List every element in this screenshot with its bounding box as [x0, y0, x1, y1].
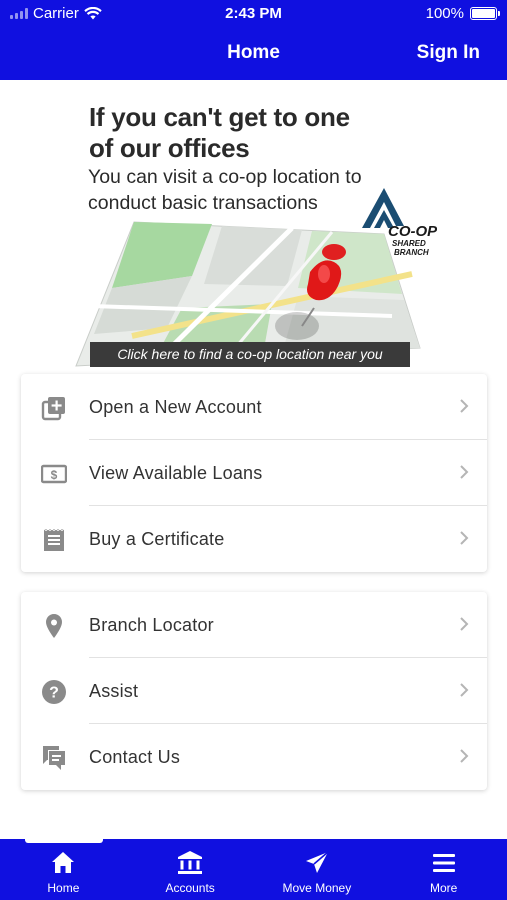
- support-actions-card: Branch Locator ? Assist Contact Us: [21, 592, 487, 790]
- banner-subtext-line2: conduct basic transactions: [88, 192, 318, 214]
- menu-label: View Available Loans: [89, 462, 263, 483]
- svg-text:?: ?: [49, 685, 59, 702]
- help-circle-icon: ?: [42, 680, 66, 704]
- banner-subtext-line1: You can visit a co-op location to: [88, 166, 362, 188]
- chevron-right-icon: [460, 531, 469, 545]
- branch-locator-item[interactable]: Branch Locator: [21, 592, 487, 658]
- battery-group: 100%: [425, 5, 500, 22]
- tab-label: Accounts: [165, 881, 215, 895]
- tab-label: Home: [47, 881, 80, 895]
- contact-us-item[interactable]: Contact Us: [21, 724, 487, 790]
- tab-label: Move Money: [282, 881, 352, 895]
- status-bar: Carrier 2:43 PM 100%: [0, 0, 507, 28]
- sign-in-button[interactable]: Sign In: [417, 42, 480, 64]
- view-available-loans-item[interactable]: $ View Available Loans: [21, 440, 487, 506]
- tab-label: More: [429, 881, 458, 895]
- home-icon: [52, 852, 75, 873]
- coop-location-banner[interactable]: If you can't get to one of our offices Y…: [72, 96, 442, 370]
- top-bar: Carrier 2:43 PM 100% Home Sign In: [0, 0, 507, 80]
- tab-home[interactable]: Home: [0, 839, 127, 900]
- add-box-icon: [41, 397, 65, 421]
- assist-item[interactable]: ? Assist: [21, 658, 487, 724]
- tab-move-money[interactable]: Move Money: [254, 839, 381, 900]
- menu-label: Branch Locator: [89, 614, 214, 635]
- chevron-right-icon: [460, 465, 469, 479]
- bottom-tab-bar: Home Accounts Move Money More: [0, 839, 507, 900]
- logo-text-shared: SHARED: [392, 239, 426, 248]
- banner-headline: If you can't get to one of our offices: [89, 102, 350, 164]
- buy-certificate-item[interactable]: Buy a Certificate: [21, 506, 487, 572]
- menu-label: Open a New Account: [89, 396, 262, 417]
- send-icon: [305, 851, 329, 873]
- menu-label: Contact Us: [89, 746, 181, 767]
- menu-label: Assist: [89, 680, 139, 701]
- svg-text:$: $: [51, 468, 58, 482]
- find-coop-location-link[interactable]: Click here to find a co-op location near…: [90, 342, 410, 367]
- chevron-right-icon: [460, 399, 469, 413]
- dollar-bill-icon: $: [41, 464, 67, 484]
- bank-icon: [178, 851, 203, 874]
- chevron-right-icon: [460, 617, 469, 631]
- coop-shared-branch-logo: CO-OP SHARED BRANCH: [362, 188, 437, 257]
- chat-icon: [43, 746, 65, 770]
- logo-text-branch: BRANCH: [394, 248, 429, 257]
- menu-label: Buy a Certificate: [89, 528, 225, 549]
- banner-subtext: You can visit a co-op location to conduc…: [88, 164, 362, 216]
- certificate-icon: [43, 528, 65, 551]
- account-actions-card: Open a New Account $ View Available Loan…: [21, 374, 487, 572]
- menu-icon: [432, 854, 455, 872]
- battery-percent: 100%: [425, 5, 464, 22]
- open-new-account-item[interactable]: Open a New Account: [21, 374, 487, 440]
- active-tab-indicator: [25, 839, 103, 843]
- banner-headline-line1: If you can't get to one: [89, 102, 350, 132]
- battery-icon: [470, 7, 500, 20]
- logo-text-coop: CO-OP: [388, 223, 437, 240]
- banner-headline-line2: of our offices: [89, 133, 250, 163]
- map-pin-icon: [46, 614, 62, 638]
- chevron-right-icon: [460, 749, 469, 763]
- tab-more[interactable]: More: [380, 839, 507, 900]
- tab-accounts[interactable]: Accounts: [127, 839, 254, 900]
- chevron-right-icon: [460, 683, 469, 697]
